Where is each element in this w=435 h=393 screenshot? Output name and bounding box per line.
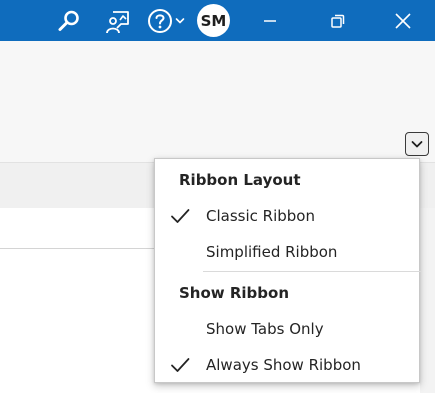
checkmark-icon [171,358,190,372]
minimize-button[interactable] [248,0,292,41]
coaching-icon [106,10,129,33]
ribbon-options-menu: Ribbon Layout Classic Ribbon Simplified … [154,158,421,383]
close-icon [395,12,411,29]
simplified-ribbon-label: Simplified Ribbon [206,243,338,261]
title-bar: SM [0,0,435,41]
simplified-ribbon-option[interactable]: Simplified Ribbon [156,235,418,269]
ribbon-area [0,41,435,162]
classic-ribbon-label: Classic Ribbon [206,207,315,225]
show-ribbon-heading: Show Ribbon [179,284,290,302]
always-show-ribbon-label: Always Show Ribbon [206,356,361,374]
search-button[interactable] [51,0,87,41]
minimize-icon [264,19,276,22]
show-tabs-only-option[interactable]: Show Tabs Only [156,312,418,346]
chevron-down-icon [411,141,423,148]
checkmark-icon [171,209,190,223]
show-tabs-only-label: Show Tabs Only [206,320,324,338]
restore-button[interactable] [316,0,360,41]
chevron-down-icon [175,17,184,23]
help-button[interactable] [141,0,189,41]
coaching-button[interactable] [100,0,136,41]
always-show-ribbon-option[interactable]: Always Show Ribbon [156,348,418,382]
vertical-scrollbar[interactable] [420,208,435,393]
restore-icon [331,14,345,28]
ribbon-layout-heading: Ribbon Layout [179,171,301,189]
close-button[interactable] [381,0,425,41]
menu-divider [203,271,421,272]
classic-ribbon-option[interactable]: Classic Ribbon [156,199,418,233]
help-icon [147,8,172,33]
ribbon-display-options-button[interactable] [405,132,429,156]
search-icon [58,10,79,31]
user-avatar[interactable]: SM [197,4,230,37]
